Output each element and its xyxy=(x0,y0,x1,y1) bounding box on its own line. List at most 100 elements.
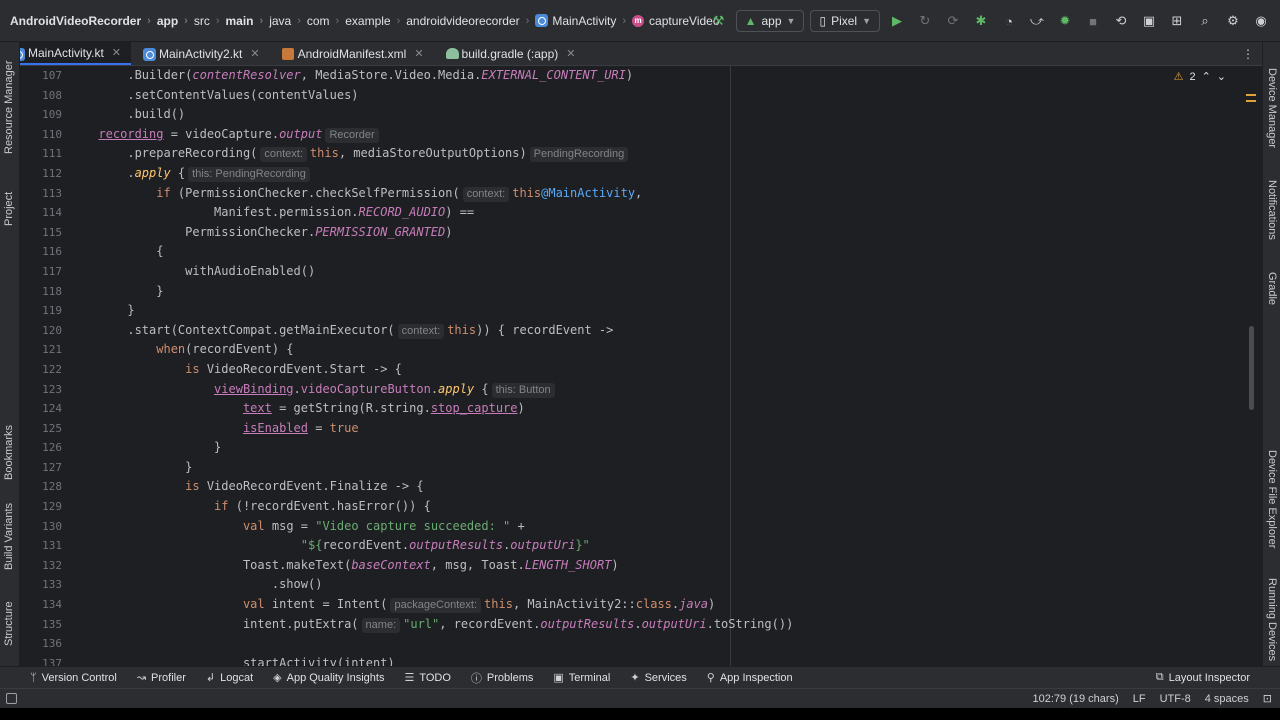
layout-inspector-tool[interactable]: ⧉ Layout Inspector xyxy=(1156,671,1280,684)
code-line[interactable]: .setContentValues(contentValues) xyxy=(84,86,1234,106)
app-inspection-tool[interactable]: ⚲ App Inspection xyxy=(707,671,793,685)
breadcrumb-method[interactable]: m captureVideo xyxy=(632,14,720,28)
code-line[interactable]: { xyxy=(84,242,1234,262)
code-line[interactable]: } xyxy=(84,438,1234,458)
debug-icon[interactable]: ✱ xyxy=(970,10,992,32)
code-line[interactable]: is VideoRecordEvent.Finalize -> { xyxy=(84,477,1234,497)
todo-tool[interactable]: ☰ TODO xyxy=(404,671,450,685)
device-file-explorer-tool[interactable]: Device File Explorer xyxy=(1266,450,1278,548)
more-vertical-icon[interactable]: ⋮ xyxy=(1242,42,1262,65)
file-encoding[interactable]: UTF-8 xyxy=(1160,693,1191,705)
gradle-tool[interactable]: Gradle xyxy=(1266,272,1278,305)
code-line[interactable]: .start(ContextCompat.getMainExecutor(con… xyxy=(84,321,1234,341)
indent-setting[interactable]: 4 spaces xyxy=(1205,693,1249,705)
code-line[interactable]: isEnabled = true xyxy=(84,419,1234,439)
bookmarks-tool[interactable]: Bookmarks xyxy=(3,425,15,480)
project-tool[interactable]: Project xyxy=(3,192,15,226)
apply-changes-icon[interactable]: ⟳ xyxy=(942,10,964,32)
code-line[interactable]: } xyxy=(84,458,1234,478)
breadcrumb-com[interactable]: com › xyxy=(307,14,345,28)
code-line[interactable]: is VideoRecordEvent.Start -> { xyxy=(84,360,1234,380)
device-select[interactable]: ▯ Pixel ▼ xyxy=(810,10,880,32)
lock-icon[interactable]: ⊡ xyxy=(1263,692,1272,705)
code-line[interactable]: "${recordEvent.outputResults.outputUri}" xyxy=(84,536,1234,556)
code-line[interactable]: .build() xyxy=(84,105,1234,125)
code-line[interactable]: .prepareRecording(context: this, mediaSto… xyxy=(84,144,1234,164)
code-line[interactable]: when(recordEvent) { xyxy=(84,340,1234,360)
breadcrumb-example[interactable]: example › xyxy=(345,14,406,28)
code-line[interactable]: } xyxy=(84,301,1234,321)
code-line[interactable]: if (!recordEvent.hasError()) { xyxy=(84,497,1234,517)
terminal-tool[interactable]: ▣ Terminal xyxy=(553,671,610,685)
breadcrumb-project[interactable]: AndroidVideoRecorder › xyxy=(10,14,157,28)
code-line[interactable]: withAudioEnabled() xyxy=(84,262,1234,282)
caret-position[interactable]: 102:79 (19 chars) xyxy=(1033,693,1119,705)
run-icon[interactable]: ▶ xyxy=(886,10,908,32)
running-devices-tool[interactable]: Running Devices xyxy=(1266,578,1278,661)
breadcrumb-package[interactable]: androidvideorecorder › xyxy=(406,14,535,28)
tab-build-gradle[interactable]: build.gradle (:app) ✕ xyxy=(434,42,586,65)
attach-debugger-icon[interactable]: ⤻ xyxy=(1026,10,1048,32)
breadcrumb-main[interactable]: main › xyxy=(226,14,270,28)
code-line[interactable]: .show() xyxy=(84,575,1234,595)
code-line[interactable]: recording = videoCapture.output Recorder xyxy=(84,125,1234,145)
logcat-tool[interactable]: ↲ Logcat xyxy=(206,671,253,685)
code-line[interactable]: viewBinding.videoCaptureButton.apply {th… xyxy=(84,380,1234,400)
sync-gradle-icon[interactable]: ⟲ xyxy=(1110,10,1132,32)
run-configuration-select[interactable]: ▲ app ▼ xyxy=(735,10,805,32)
hammer-icon[interactable]: ⚒ xyxy=(708,10,730,32)
coverage-icon[interactable]: ✹ xyxy=(1054,10,1076,32)
search-icon[interactable]: ⌕ xyxy=(1194,10,1216,32)
code-lines[interactable]: .Builder(contentResolver, MediaStore.Vid… xyxy=(84,66,1234,666)
breadcrumb-label: main xyxy=(225,13,254,28)
tab-mainactivity2[interactable]: MainActivity2.kt ✕ xyxy=(131,42,270,65)
close-icon[interactable]: ✕ xyxy=(250,47,259,60)
code-line[interactable]: Manifest.permission.RECORD_AUDIO) == xyxy=(84,203,1234,223)
code-line[interactable]: PermissionChecker.PERMISSION_GRANTED) xyxy=(84,223,1234,243)
services-tool[interactable]: ✦ Services xyxy=(630,671,686,685)
app-quality-insights-tool[interactable]: ◈ App Quality Insights xyxy=(273,671,384,685)
code-line[interactable]: val msg = "Video capture succeeded: " + xyxy=(84,517,1234,537)
notifications-tool[interactable]: Notifications xyxy=(1266,180,1278,240)
build-variants-tool[interactable]: Build Variants xyxy=(3,503,15,570)
breadcrumb-module[interactable]: app › xyxy=(157,14,194,28)
code-line[interactable]: val intent = Intent(packageContext: this,… xyxy=(84,595,1234,615)
breadcrumb-java[interactable]: java › xyxy=(269,14,307,28)
line-separator[interactable]: LF xyxy=(1133,693,1146,705)
device-mirror-icon[interactable]: ▣ xyxy=(1138,10,1160,32)
line-number: 125 xyxy=(42,421,62,435)
close-icon[interactable]: ✕ xyxy=(112,46,121,59)
close-icon[interactable]: ✕ xyxy=(566,47,575,60)
chevron-down-icon[interactable]: ⌄ xyxy=(1217,70,1226,83)
logo-icon[interactable]: ◉ xyxy=(1250,10,1272,32)
breadcrumb-class[interactable]: MainActivity › xyxy=(535,14,632,28)
problems-tool[interactable]: ⓘ Problems xyxy=(471,670,533,686)
stop-icon[interactable]: ■ xyxy=(1082,10,1104,32)
tab-manifest[interactable]: AndroidManifest.xml ✕ xyxy=(270,42,434,65)
code-line[interactable]: } xyxy=(84,282,1234,302)
code-line[interactable]: .Builder(contentResolver, MediaStore.Vid… xyxy=(84,66,1234,86)
structure-tool[interactable]: Structure xyxy=(3,601,15,646)
version-control-tool[interactable]: ᛘ Version Control xyxy=(30,672,117,684)
gear-icon[interactable]: ⚙ xyxy=(1222,10,1244,32)
tool-window-toggle-icon[interactable] xyxy=(6,693,17,704)
code-line[interactable]: if (PermissionChecker.checkSelfPermissio… xyxy=(84,184,1234,204)
code-editor[interactable]: 107 108 109 110 111 112 113 114 115 116 … xyxy=(20,66,1262,666)
chevron-up-icon[interactable]: ⌃ xyxy=(1202,70,1211,83)
code-line[interactable]: intent.putExtra(name: "url", recordEvent.… xyxy=(84,615,1234,635)
profile-icon[interactable]: ◔ xyxy=(998,10,1020,32)
code-line[interactable]: startActivity(intent) xyxy=(84,654,1234,666)
sdk-manager-icon[interactable]: ⊞ xyxy=(1166,10,1188,32)
profiler-tool[interactable]: ↝ Profiler xyxy=(137,671,186,685)
vertical-scrollbar[interactable] xyxy=(1249,326,1254,410)
code-line[interactable]: .apply {this: PendingRecording xyxy=(84,164,1234,184)
resource-manager-tool[interactable]: Resource Manager xyxy=(3,60,15,154)
rerun-icon[interactable]: ↻ xyxy=(914,10,936,32)
code-line[interactable]: Toast.makeText(baseContext, msg, Toast.L… xyxy=(84,556,1234,576)
device-manager-tool[interactable]: Device Manager xyxy=(1266,68,1278,148)
inspection-widget[interactable]: ⚠ 2 ⌃ ⌄ xyxy=(1174,70,1226,84)
breadcrumb-src[interactable]: src › xyxy=(194,14,226,28)
code-line[interactable]: text = getString(R.string.stop_capture) xyxy=(84,399,1234,419)
close-icon[interactable]: ✕ xyxy=(414,47,423,60)
code-line[interactable] xyxy=(84,634,1234,654)
